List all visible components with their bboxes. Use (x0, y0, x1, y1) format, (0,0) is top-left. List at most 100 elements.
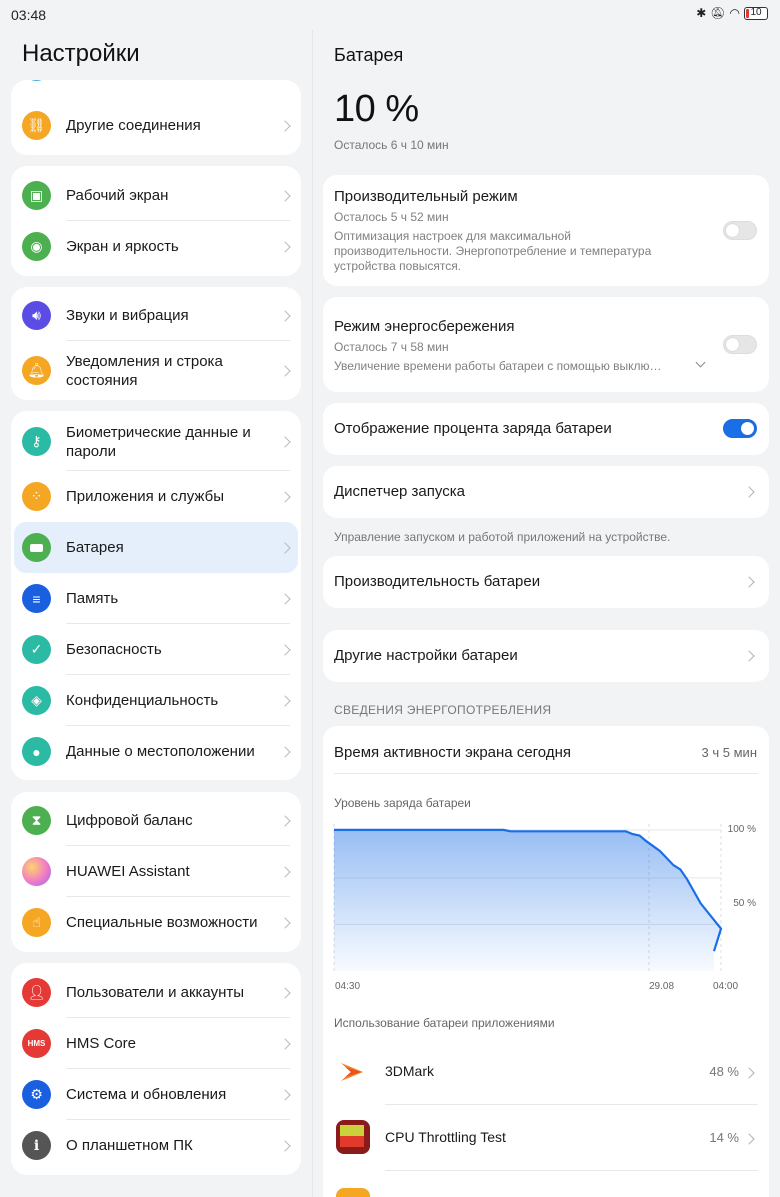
settings-item-privacy[interactable]: ◈ Конфиденциальность (11, 675, 301, 726)
settings-item-about[interactable]: i О планшетном ПК (11, 1120, 301, 1171)
settings-item-system-updates[interactable]: ⚙︎ Система и обновления (11, 1069, 301, 1120)
settings-item-sounds[interactable]: 🔊︎ Звуки и вибрация (11, 290, 301, 341)
key-icon: ⚷ (22, 427, 51, 456)
settings-item-location[interactable]: ● Данные о местоположении (11, 726, 301, 777)
chevron-right-icon (279, 1088, 291, 1101)
settings-item-notifications[interactable]: 🔔︎ Уведомления и строка состояния (11, 341, 301, 400)
settings-item-apps[interactable]: ⁘ Приложения и службы (11, 471, 301, 522)
privacy-icon: ◈ (22, 686, 51, 715)
divider (334, 773, 758, 774)
power-saving-title: Режим энергосбережения (334, 318, 515, 335)
battery-remaining: Осталось 6 ч 10 мин (334, 138, 449, 152)
status-icons: ✱ 🔕︎ ◠ 10 (696, 6, 768, 20)
performance-mode-desc: Оптимизация настроек для максимальной пр… (334, 229, 652, 273)
location-icon: ● (22, 737, 51, 766)
partial-icon (22, 80, 51, 81)
speaker-icon: 🔊︎ (22, 301, 51, 330)
settings-item-label: Другие соединения (66, 117, 201, 134)
usage-section-header: СВЕДЕНИЯ ЭНЕРГОПОТРЕБЛЕНИЯ (334, 703, 552, 717)
power-usage-card: Время активности экрана сегодня 3 ч 5 ми… (323, 726, 769, 1197)
settings-item-label: Цифровой баланс (66, 812, 193, 829)
bluetooth-icon: ✱ (696, 6, 707, 20)
chart-title: Уровень заряда батареи (334, 796, 471, 810)
chevron-right-icon (279, 1139, 291, 1152)
chevron-right-icon (279, 643, 291, 656)
performance-mode-toggle[interactable] (723, 221, 757, 240)
battery-performance-card[interactable]: Производительность батареи (323, 556, 769, 608)
y-tick-100: 100 % (728, 824, 756, 835)
app-name: 3DMark (385, 1063, 435, 1079)
storage-icon: ≡ (22, 584, 51, 613)
chevron-right-icon (743, 486, 755, 498)
show-percent-toggle[interactable] (723, 419, 757, 438)
settings-item-display-brightness[interactable]: ◉ Экран и яркость (11, 221, 301, 272)
settings-item-storage[interactable]: ≡ Память (11, 573, 301, 624)
status-time: 03:48 (11, 7, 47, 23)
app-row-3dmark[interactable]: 3DMark 48 % (323, 1039, 769, 1105)
x-tick-end: 04:00 (713, 981, 738, 991)
settings-item-biometrics[interactable]: ⚷ Биометрические данные и пароли (11, 412, 301, 471)
gear-icon: ⚙︎ (22, 1080, 51, 1109)
power-saving-card[interactable]: Режим энергосбережения Осталось 7 ч 58 м… (323, 297, 769, 392)
bell-icon: 🔔︎ (22, 356, 51, 385)
chevron-right-icon (279, 865, 291, 878)
status-bar: 03:48 ✱ 🔕︎ ◠ 10 (0, 0, 780, 30)
settings-item-label: Конфиденциальность (66, 692, 219, 709)
chevron-right-icon (279, 745, 291, 758)
settings-group-sound-notif: 🔊︎ Звуки и вибрация 🔔︎ Уведомления и стр… (11, 287, 301, 400)
apps-icon: ⁘ (22, 482, 51, 511)
chevron-right-icon (279, 541, 291, 554)
settings-item-battery[interactable]: Батарея (14, 522, 298, 573)
other-battery-settings-card[interactable]: Другие настройки батареи (323, 630, 769, 682)
settings-item-security[interactable]: ✓ Безопасность (11, 624, 301, 675)
launch-manager-title: Диспетчер запуска (334, 483, 465, 500)
settings-item-label: Уведомления и строка состояния (66, 352, 223, 389)
user-icon: 👤︎ (22, 978, 51, 1007)
settings-item-label: HMS Core (66, 1035, 137, 1052)
chevron-right-icon (279, 814, 291, 827)
launch-manager-note: Управление запуском и работой приложений… (334, 530, 671, 544)
settings-title: Настройки (22, 40, 140, 67)
battery-detail-pane: Батарея 10 % Осталось 6 ч 10 мин Произво… (313, 30, 780, 1197)
settings-item-home-screen[interactable]: ▣ Рабочий экран (11, 170, 301, 221)
chevron-right-icon (743, 650, 755, 662)
settings-item-label: О планшетном ПК (66, 1137, 193, 1154)
settings-item-digital-balance[interactable]: ⧗ Цифровой баланс (11, 795, 301, 846)
apps-usage-title: Использование батареи приложениями (334, 1016, 555, 1030)
chevron-right-icon (279, 309, 291, 322)
chevron-right-icon (279, 916, 291, 929)
show-percent-card[interactable]: Отображение процента заряда батареи (323, 403, 769, 455)
chevron-right-icon (743, 576, 755, 588)
chevron-right-icon (279, 1037, 291, 1050)
settings-item-other-connections[interactable]: ⛓︎ Другие соединения (11, 100, 301, 151)
image-icon: ▣ (22, 181, 51, 210)
power-saving-toggle[interactable] (723, 335, 757, 354)
settings-item-label: Рабочий экран (66, 187, 169, 204)
app-percent: 14 % (709, 1130, 739, 1145)
mute-icon: 🔕︎ (710, 6, 726, 20)
y-tick-50: 50 % (733, 898, 756, 909)
settings-item-huawei-assistant[interactable]: HUAWEI Assistant (11, 846, 301, 897)
settings-item-label: Безопасность (66, 641, 162, 658)
settings-group-system-main: ⚷ Биометрические данные и пароли ⁘ Прило… (11, 411, 301, 780)
chevron-right-icon (279, 189, 291, 202)
settings-list-pane: Настройки ⛓︎ Другие соединения ▣ Рабочий… (0, 30, 312, 1197)
settings-item-users[interactable]: 👤︎ Пользователи и аккаунты (11, 967, 301, 1018)
settings-group-display: ▣ Рабочий экран ◉ Экран и яркость (11, 166, 301, 276)
settings-group-wellbeing: ⧗ Цифровой баланс HUAWEI Assistant ☝ Спе… (11, 792, 301, 952)
chevron-right-icon (743, 1067, 755, 1079)
chevron-right-icon (279, 694, 291, 707)
app-row-cpu-throttling[interactable]: CPU Throttling Test 14 % (323, 1105, 769, 1171)
settings-item-label: Пользователи и аккаунты (66, 984, 245, 1001)
chevron-right-icon (279, 119, 291, 132)
launch-manager-card[interactable]: Диспетчер запуска (323, 466, 769, 518)
performance-mode-card[interactable]: Производительный режим Осталось 5 ч 52 м… (323, 175, 769, 286)
settings-item-accessibility[interactable]: ☝ Специальные возможности (11, 897, 301, 948)
chevron-down-icon[interactable] (695, 357, 706, 368)
cpu-throttling-icon (336, 1120, 370, 1154)
battery-icon (22, 533, 51, 562)
settings-item-label: HUAWEI Assistant (66, 863, 190, 880)
settings-item-hms-core[interactable]: HMS HMS Core (11, 1018, 301, 1069)
chevron-right-icon (279, 240, 291, 253)
settings-item-label: Специальные возможности (66, 914, 258, 931)
